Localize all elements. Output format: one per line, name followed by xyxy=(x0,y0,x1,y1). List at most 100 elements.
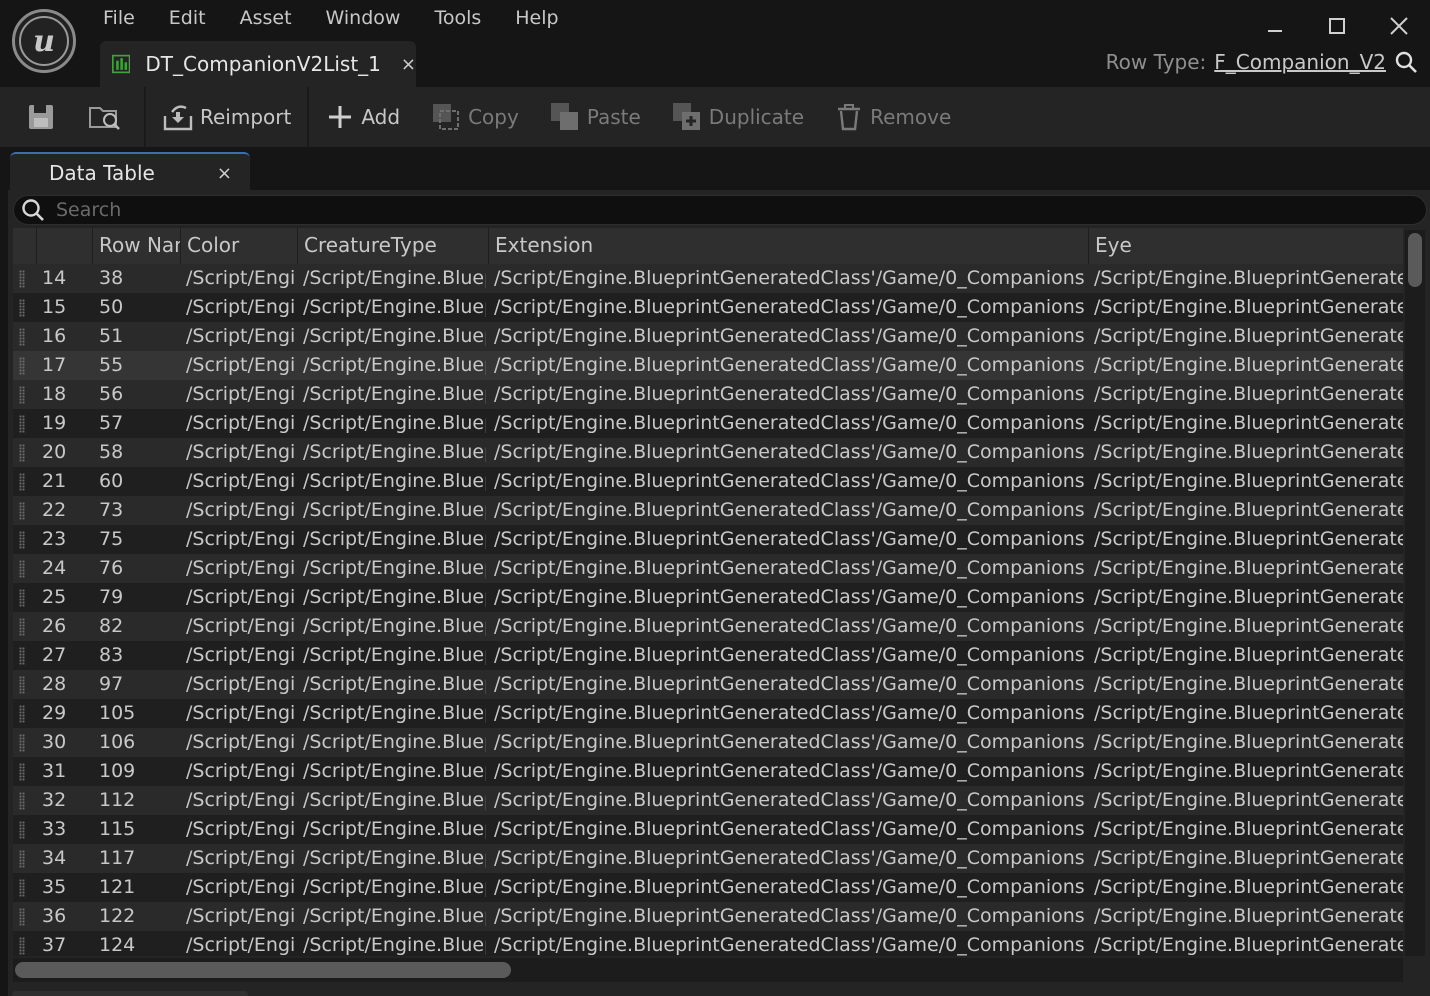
table-row[interactable]: 21 60/Script/Engin/Script/Engine.Bluepri /… xyxy=(13,467,1403,496)
row-drag-handle[interactable] xyxy=(19,705,25,723)
table-row[interactable]: 27 83/Script/Engin/Script/Engine.Bluepri /… xyxy=(13,641,1403,670)
table-row[interactable]: 37 124/Script/Engin/Script/Engine.Bluepri… xyxy=(13,931,1403,956)
row-drag-handle[interactable] xyxy=(19,763,25,781)
table-row[interactable]: 19 57/Script/Engin/Script/Engine.Bluepri /… xyxy=(13,409,1403,438)
table-row[interactable]: 36 122/Script/Engin/Script/Engine.Bluepri… xyxy=(13,902,1403,931)
row-drag-handle[interactable] xyxy=(19,676,25,694)
color-cell: /Script/Engin xyxy=(186,789,296,811)
row-index: 35 xyxy=(42,876,67,898)
data-table-tab-close-icon[interactable]: × xyxy=(217,163,232,184)
row-type-link[interactable]: F_Companion_V2 xyxy=(1214,50,1386,74)
horizontal-scrollbar[interactable] xyxy=(13,958,1403,982)
table-row[interactable]: 35 121/Script/Engin/Script/Engine.Bluepri… xyxy=(13,873,1403,902)
data-table-tab-label: Data Table xyxy=(49,161,155,185)
table-row[interactable]: 32 112/Script/Engin/Script/Engine.Bluepri… xyxy=(13,786,1403,815)
table-row[interactable]: 29 105/Script/Engin/Script/Engine.Bluepri… xyxy=(13,699,1403,728)
color-cell: /Script/Engin xyxy=(186,586,296,608)
bottom-panel-tab[interactable] xyxy=(12,991,248,996)
menu-window[interactable]: Window xyxy=(309,4,418,34)
browse-asset-button[interactable] xyxy=(80,95,136,139)
menu-asset[interactable]: Asset xyxy=(223,4,309,34)
table-row[interactable]: 16 51/Script/Engin/Script/Engine.Bluepri /… xyxy=(13,322,1403,351)
menu-edit[interactable]: Edit xyxy=(152,4,223,34)
close-window-button[interactable] xyxy=(1368,0,1430,52)
table-row[interactable]: 22 73/Script/Engin/Script/Engine.Bluepri /… xyxy=(13,496,1403,525)
asset-tab[interactable]: DT_CompanionV2List_1 × xyxy=(100,41,416,87)
paste-button[interactable]: Paste xyxy=(541,95,649,139)
reimport-button[interactable]: Reimport xyxy=(154,95,299,139)
row-drag-handle[interactable] xyxy=(19,879,25,897)
table-row[interactable]: 28 97/Script/Engin/Script/Engine.Bluepri /… xyxy=(13,670,1403,699)
row-drag-handle[interactable] xyxy=(19,473,25,491)
table-row[interactable]: 18 56/Script/Engin/Script/Engine.Bluepri /… xyxy=(13,380,1403,409)
table-row[interactable]: 15 50/Script/Engin/Script/Engine.Bluepri /… xyxy=(13,293,1403,322)
row-drag-handle[interactable] xyxy=(19,444,25,462)
duplicate-button[interactable]: Duplicate xyxy=(663,95,812,139)
row-drag-handle[interactable] xyxy=(19,937,25,955)
color-cell: /Script/Engin xyxy=(186,644,296,666)
tab-data-table[interactable]: Data Table × xyxy=(10,152,250,192)
row-drag-handle[interactable] xyxy=(19,270,25,288)
save-button[interactable] xyxy=(18,95,70,139)
creature-type-cell: /Script/Engine.Bluepri xyxy=(303,296,486,318)
row-drag-handle[interactable] xyxy=(19,792,25,810)
header-creature-type[interactable]: CreatureType xyxy=(298,228,489,264)
row-drag-handle[interactable] xyxy=(19,647,25,665)
add-row-button[interactable]: Add xyxy=(317,95,408,139)
table-row[interactable]: 31 109/Script/Engin/Script/Engine.Bluepri… xyxy=(13,757,1403,786)
menu-file[interactable]: File xyxy=(86,4,152,34)
row-index: 31 xyxy=(42,760,67,782)
menu-tools[interactable]: Tools xyxy=(417,4,498,34)
row-drag-handle[interactable] xyxy=(19,821,25,839)
row-drag-handle[interactable] xyxy=(19,734,25,752)
table-row[interactable]: 25 79/Script/Engin/Script/Engine.Bluepri /… xyxy=(13,583,1403,612)
row-drag-handle[interactable] xyxy=(19,531,25,549)
horizontal-scroll-thumb[interactable] xyxy=(15,962,511,978)
table-row[interactable]: 17 55/Script/Engin/Script/Engine.Bluepri /… xyxy=(13,351,1403,380)
menu-help[interactable]: Help xyxy=(498,4,575,34)
header-index[interactable] xyxy=(37,228,93,264)
table-row[interactable]: 30 106/Script/Engin/Script/Engine.Bluepri… xyxy=(13,728,1403,757)
unreal-logo-icon[interactable]: u xyxy=(12,9,76,73)
vertical-scrollbar[interactable] xyxy=(1405,230,1425,956)
row-drag-handle[interactable] xyxy=(19,328,25,346)
row-drag-handle[interactable] xyxy=(19,560,25,578)
minimize-icon xyxy=(1268,30,1282,32)
table-row[interactable]: 23 75/Script/Engin/Script/Engine.Bluepri /… xyxy=(13,525,1403,554)
extension-cell: /Script/Engine.BlueprintGeneratedClass'/… xyxy=(494,615,1084,637)
extension-cell: /Script/Engine.BlueprintGeneratedClass'/… xyxy=(494,470,1084,492)
header-extension[interactable]: Extension xyxy=(489,228,1089,264)
header-color[interactable]: Color xyxy=(181,228,298,264)
table-row[interactable]: 34 117/Script/Engin/Script/Engine.Bluepri… xyxy=(13,844,1403,873)
row-drag-handle[interactable] xyxy=(19,386,25,404)
row-drag-handle[interactable] xyxy=(19,589,25,607)
table-row[interactable]: 26 82/Script/Engin/Script/Engine.Bluepri /… xyxy=(13,612,1403,641)
creature-type-cell: /Script/Engine.Bluepri xyxy=(303,702,486,724)
row-drag-handle[interactable] xyxy=(19,357,25,375)
row-drag-handle[interactable] xyxy=(19,850,25,868)
table-row[interactable]: 24 76/Script/Engin/Script/Engine.Bluepri /… xyxy=(13,554,1403,583)
header-row-name[interactable]: Row Nam xyxy=(93,228,181,264)
color-cell: /Script/Engin xyxy=(186,876,296,898)
search-input[interactable] xyxy=(56,199,1356,221)
remove-button[interactable]: Remove xyxy=(826,95,959,139)
creature-type-cell: /Script/Engine.Bluepri xyxy=(303,905,486,927)
asset-tab-close-icon[interactable]: × xyxy=(401,54,416,75)
row-drag-handle[interactable] xyxy=(19,415,25,433)
table-row[interactable]: 20 58/Script/Engin/Script/Engine.Bluepri /… xyxy=(13,438,1403,467)
browse-search-icon[interactable] xyxy=(1394,50,1418,74)
remove-label: Remove xyxy=(870,105,952,129)
row-drag-handle[interactable] xyxy=(19,908,25,926)
header-eye[interactable]: Eye xyxy=(1089,228,1403,264)
eye-cell: /Script/Engine.BlueprintGeneratedClas xyxy=(1094,934,1403,956)
row-drag-handle[interactable] xyxy=(19,299,25,317)
minimize-button[interactable] xyxy=(1244,0,1306,52)
row-drag-handle[interactable] xyxy=(19,618,25,636)
table-row[interactable]: 33 115/Script/Engin/Script/Engine.Bluepri… xyxy=(13,815,1403,844)
maximize-button[interactable] xyxy=(1306,0,1368,52)
vertical-scroll-thumb[interactable] xyxy=(1408,233,1422,287)
copy-button[interactable]: Copy xyxy=(422,95,527,139)
table-row[interactable]: 14 38/Script/Engin/Script/Engine.Bluepri /… xyxy=(13,264,1403,293)
extension-cell: /Script/Engine.BlueprintGeneratedClass'/… xyxy=(494,934,1084,956)
row-drag-handle[interactable] xyxy=(19,502,25,520)
